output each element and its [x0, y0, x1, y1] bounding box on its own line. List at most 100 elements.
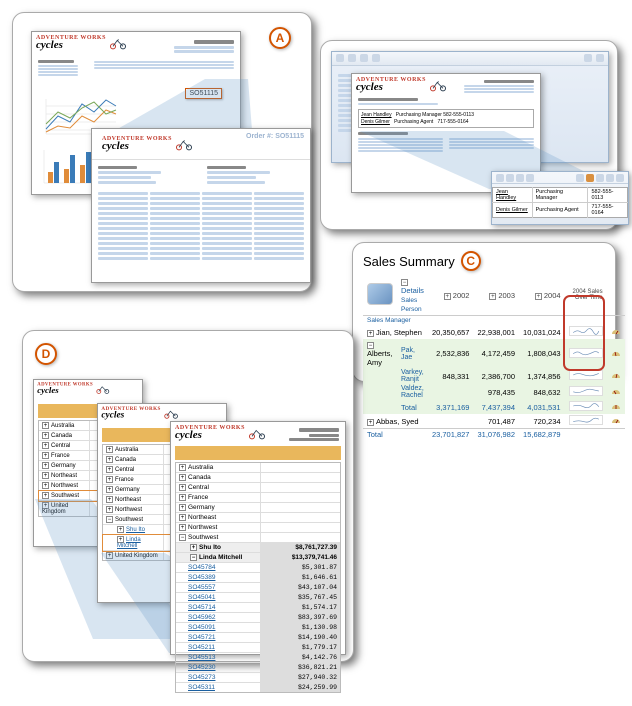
sales-person-name[interactable]: Valdez, Rachel [397, 384, 428, 400]
sparkline [569, 415, 603, 425]
order-value: $1,779.17 [261, 643, 340, 652]
sales-person-name[interactable]: Pak, Jae [397, 339, 428, 368]
region-table: +Australia +Canada +Central +France +Ger… [175, 462, 341, 693]
table-row[interactable]: SO45557$43,107.04 [176, 583, 340, 593]
table-row[interactable]: +France [176, 493, 340, 503]
order-value: $43,107.04 [261, 583, 340, 592]
brand-bottom: cycles [175, 431, 245, 441]
cell-value: 4,031,531 [519, 400, 565, 414]
cyclist-icon [95, 382, 111, 395]
order-id-callout[interactable]: SO51115 [185, 88, 222, 99]
order-link: SO45311 [176, 683, 261, 692]
manager-header: Sales Manager [363, 316, 428, 326]
order-value: $1,646.61 [261, 573, 340, 582]
cell-value [428, 414, 474, 429]
order-link: SO45230 [176, 663, 261, 672]
table-row[interactable]: +Northeast [176, 513, 340, 523]
table-row[interactable]: Denis Gilmer Purchasing Agent 717-555-01… [493, 203, 628, 218]
table-row[interactable]: +Abbas, Syed 701,487 720,234 [363, 414, 625, 429]
cell-value: 31,076,982 [473, 429, 519, 441]
table-row[interactable]: +Central [176, 483, 340, 493]
order-link: SO45962 [176, 613, 261, 622]
table-row[interactable]: SO45784$5,301.87 [176, 563, 340, 573]
contact-phone: 717-555-0164 [437, 119, 468, 125]
table-row[interactable]: SO45230$36,821.21 [176, 663, 340, 673]
cell-value: 848,632 [519, 384, 565, 400]
manager-name: Alberts, Amy [367, 349, 392, 367]
table-row[interactable]: SO45389$1,646.61 [176, 573, 340, 583]
table-row[interactable]: +Shu Ito$8,761,727.39 [176, 543, 340, 553]
expand-toggle[interactable]: − [367, 342, 374, 349]
table-row[interactable]: SO45211$1,779.17 [176, 643, 340, 653]
sparkline [569, 348, 603, 358]
table-row[interactable]: SO45962$83,397.69 [176, 613, 340, 623]
details-toggle[interactable]: − [401, 279, 408, 286]
cell-value: 22,938,001 [473, 325, 519, 339]
expand-toggle[interactable]: + [367, 330, 374, 337]
cyclist-icon [108, 35, 128, 51]
sales-person-name[interactable]: Varkey, Ranjit [397, 368, 428, 384]
table-row[interactable]: Varkey, Ranjit 848,331 2,386,700 1,374,8… [363, 368, 625, 384]
cell-value: 20,350,657 [428, 325, 474, 339]
table-row[interactable]: SO45091$1,130.98 [176, 623, 340, 633]
cell-value: 1,808,043 [519, 339, 565, 368]
table-row[interactable]: +Northwest [176, 523, 340, 533]
table-row[interactable]: SO45513$4,142.76 [176, 653, 340, 663]
order-link: SO45721 [176, 633, 261, 642]
cell-value [428, 384, 474, 400]
order-value: $5,301.87 [261, 563, 340, 572]
detail-webpart: Jean Handley Purchasing Manager 582-555-… [491, 171, 629, 225]
manager-name: Jian, Stephen [376, 328, 422, 337]
total-label: Total [363, 429, 428, 441]
table-row[interactable]: SO45041$35,767.45 [176, 593, 340, 603]
contact-table-callout[interactable]: Jean Handley Purchasing Manager 582-555-… [358, 109, 534, 128]
cell-value: 2,532,836 [428, 339, 474, 368]
panel-badge-c: C [461, 251, 481, 271]
table-row[interactable]: +Canada [176, 473, 340, 483]
table-row[interactable]: SO45721$14,190.40 [176, 633, 340, 643]
table-row[interactable]: +Germany [176, 503, 340, 513]
panel-d: D ADVENTURE WORKS cycles +Australia +Can… [22, 330, 354, 662]
subtotal-row: Total 3,371,169 7,437,394 4,031,531 [363, 400, 625, 414]
webpart-toolbar[interactable] [492, 172, 628, 184]
contact-name[interactable]: Denis Gilmer [361, 119, 390, 126]
table-row[interactable]: SO45311$24,259.99 [176, 683, 340, 692]
contact-name[interactable]: Jean Handley [493, 188, 533, 203]
table-row[interactable]: Valdez, Rachel 978,435 848,632 [363, 384, 625, 400]
contact-name[interactable]: Denis Gilmer [493, 203, 533, 218]
drilldown-level-3: ADVENTURE WORKS cycles +Australia +Canad… [170, 421, 346, 655]
order-list: SO45784$5,301.87 SO45389$1,646.61 SO4555… [176, 563, 340, 692]
table-row[interactable]: SO45273$27,940.32 [176, 673, 340, 683]
table-row[interactable]: −Linda Mitchell$13,379,741.46 [176, 553, 340, 563]
table-row[interactable]: SO45714$1,574.17 [176, 603, 340, 613]
brand-logo: ADVENTURE WORKS cycles [34, 380, 120, 398]
col-2004[interactable]: +2004 [519, 275, 565, 316]
col-2002[interactable]: +2002 [428, 275, 474, 316]
contact-phone: 582-555-0113 [443, 112, 474, 118]
table-row[interactable]: −Alberts, Amy Pak, Jae 2,532,836 4,172,4… [363, 339, 625, 368]
expand-toggle[interactable]: + [367, 419, 374, 426]
order-link: SO45557 [176, 583, 261, 592]
order-value: $24,259.99 [261, 683, 340, 692]
gauge-icon [611, 348, 621, 358]
details-toggle-label[interactable]: Details [401, 286, 424, 295]
subtotal-label: Total [397, 400, 428, 414]
col-2003[interactable]: +2003 [473, 275, 519, 316]
table-row[interactable]: −Southwest [176, 533, 340, 543]
panel-badge-d: D [35, 343, 57, 365]
cyclist-icon [428, 77, 448, 93]
sparkline [569, 386, 603, 396]
contact-phone: 582-555-0113 [588, 188, 628, 203]
order-link: SO45211 [176, 643, 261, 652]
table-row[interactable]: +Australia [176, 463, 340, 473]
order-value: $1,574.17 [261, 603, 340, 612]
brand-bottom: cycles [36, 41, 106, 51]
gauge-icon [611, 326, 621, 336]
brand-logo: ADVENTURE WORKS cycles [98, 133, 198, 155]
cell-value: 1,374,856 [519, 368, 565, 384]
ribbon-toolbar[interactable] [332, 52, 608, 66]
table-row[interactable]: +Jian, Stephen 20,350,657 22,938,001 10,… [363, 325, 625, 339]
table-row[interactable]: Jean Handley Purchasing Manager 582-555-… [493, 188, 628, 203]
cell-value: 720,234 [519, 414, 565, 429]
contact-role: Purchasing Manager [396, 112, 442, 118]
